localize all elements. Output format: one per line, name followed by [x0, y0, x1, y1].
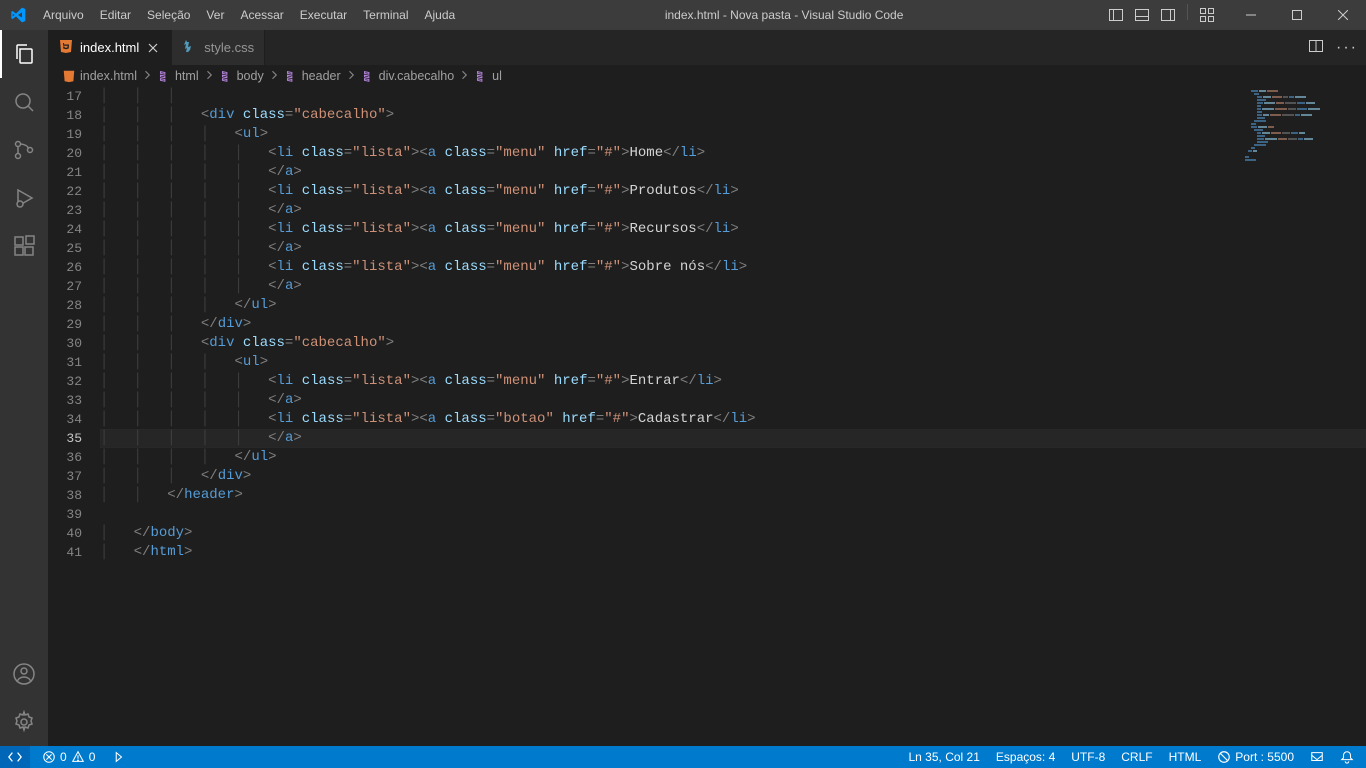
editor-area: index.html style.css ··· index.html html bo… — [48, 30, 1366, 746]
problems-indicator[interactable]: 0 0 — [38, 746, 99, 768]
html-file-icon — [58, 38, 74, 57]
more-actions-icon[interactable]: ··· — [1336, 39, 1358, 57]
menu-executar[interactable]: Executar — [292, 0, 355, 30]
menu-editar[interactable]: Editar — [92, 0, 139, 30]
accounts-icon[interactable] — [0, 650, 48, 698]
menu-terminal[interactable]: Terminal — [355, 0, 416, 30]
maximize-button[interactable] — [1274, 0, 1320, 30]
warning-count: 0 — [89, 750, 96, 764]
breadcrumb: index.html html body header div.cabecalho ul — [48, 65, 1366, 87]
tab-label: style.css — [204, 40, 254, 55]
notifications-icon[interactable] — [1336, 746, 1358, 768]
menu-acessar[interactable]: Acessar — [232, 0, 291, 30]
menu-arquivo[interactable]: Arquivo — [35, 0, 92, 30]
menu-ver[interactable]: Ver — [198, 0, 232, 30]
css-file-icon — [182, 38, 198, 57]
breadcrumb-item[interactable]: div.cabecalho — [361, 69, 455, 83]
live-preview-indicator[interactable] — [107, 746, 129, 768]
line-number-gutter: 1718192021222324252627282930313233343536… — [48, 87, 100, 746]
customize-layout-icon[interactable] — [1196, 4, 1218, 26]
extensions-icon[interactable] — [0, 222, 48, 270]
toggle-panel-icon[interactable] — [1131, 4, 1153, 26]
error-count: 0 — [60, 750, 67, 764]
tab-bar: index.html style.css ··· — [48, 30, 1366, 65]
settings-gear-icon[interactable] — [0, 698, 48, 746]
titlebar: ArquivoEditarSeleçãoVerAcessarExecutarTe… — [0, 0, 1366, 30]
breadcrumb-item[interactable]: ul — [474, 69, 502, 83]
toggle-secondary-sidebar-icon[interactable] — [1157, 4, 1179, 26]
live-server-port[interactable]: Port : 5500 — [1213, 746, 1298, 768]
breadcrumb-item[interactable]: body — [219, 69, 264, 83]
eol[interactable]: CRLF — [1117, 746, 1156, 768]
remote-indicator[interactable] — [0, 746, 30, 768]
menu-seleção[interactable]: Seleção — [139, 0, 198, 30]
menubar: ArquivoEditarSeleçãoVerAcessarExecutarTe… — [35, 0, 463, 30]
menu-ajuda[interactable]: Ajuda — [417, 0, 464, 30]
tab-style-css[interactable]: style.css — [172, 30, 265, 65]
layout-controls — [1105, 4, 1218, 26]
tab-label: index.html — [80, 40, 139, 55]
cursor-position[interactable]: Ln 35, Col 21 — [905, 746, 984, 768]
vscode-logo-icon — [0, 7, 35, 23]
search-icon[interactable] — [0, 78, 48, 126]
language-mode[interactable]: HTML — [1165, 746, 1206, 768]
encoding[interactable]: UTF-8 — [1067, 746, 1109, 768]
source-control-icon[interactable] — [0, 126, 48, 174]
window-title: index.html - Nova pasta - Visual Studio … — [463, 8, 1105, 22]
indentation[interactable]: Espaços: 4 — [992, 746, 1059, 768]
breadcrumb-item[interactable]: html — [157, 69, 199, 83]
split-editor-icon[interactable] — [1308, 38, 1324, 57]
close-tab-icon[interactable] — [145, 40, 161, 56]
explorer-icon[interactable] — [0, 30, 48, 78]
code-content[interactable]: │ │ │ │ │ │ <div class="cabecalho">│ │ │… — [100, 87, 1366, 746]
code-editor[interactable]: 1718192021222324252627282930313233343536… — [48, 87, 1366, 746]
minimize-button[interactable] — [1228, 0, 1274, 30]
breadcrumb-item[interactable]: index.html — [62, 69, 137, 83]
tab-index-html[interactable]: index.html — [48, 30, 172, 65]
toggle-primary-sidebar-icon[interactable] — [1105, 4, 1127, 26]
status-bar: 0 0 Ln 35, Col 21 Espaços: 4 UTF-8 CRLF … — [0, 746, 1366, 768]
close-window-button[interactable] — [1320, 0, 1366, 30]
run-debug-icon[interactable] — [0, 174, 48, 222]
activity-bar — [0, 30, 48, 746]
breadcrumb-item[interactable]: header — [284, 69, 341, 83]
feedback-icon[interactable] — [1306, 746, 1328, 768]
